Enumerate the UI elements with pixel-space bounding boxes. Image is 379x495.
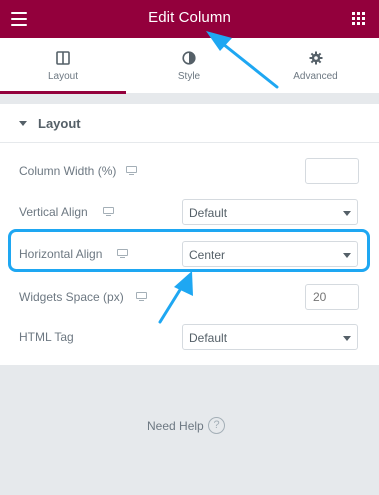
- half-circle-icon: [182, 51, 196, 65]
- columns-icon: [56, 51, 70, 65]
- tab-style[interactable]: Style: [126, 38, 252, 93]
- tab-layout-label: Layout: [47, 71, 79, 82]
- control-column-width: Column Width (%): [0, 158, 379, 186]
- desktop-device-icon[interactable]: [117, 249, 128, 259]
- question-circle-icon: ?: [208, 417, 225, 434]
- vertical-align-select[interactable]: Default: [182, 199, 358, 225]
- widgets-space-input[interactable]: [305, 284, 359, 310]
- control-label: Widgets Space (px): [19, 290, 124, 304]
- chevron-down-icon: [343, 211, 351, 216]
- tab-advanced-label: Advanced: [293, 71, 338, 82]
- control-label: HTML Tag: [19, 330, 74, 344]
- control-label: Column Width (%): [19, 164, 117, 178]
- tab-style-label: Style: [177, 71, 201, 82]
- desktop-device-icon[interactable]: [103, 207, 114, 217]
- select-value: Default: [189, 331, 228, 345]
- control-horizontal-align: Horizontal Align Center: [0, 241, 379, 269]
- layout-section-panel: Layout Column Width (%) Vertical Align D…: [0, 104, 379, 365]
- select-value: Default: [189, 206, 228, 220]
- need-help-label: Need Help: [147, 419, 204, 433]
- active-tab-indicator: [0, 91, 126, 94]
- html-tag-select[interactable]: Default: [182, 324, 358, 350]
- control-widgets-space: Widgets Space (px): [0, 284, 379, 312]
- chevron-down-icon: [343, 336, 351, 341]
- panel-title: Edit Column: [148, 9, 231, 26]
- select-value: Center: [189, 248, 226, 262]
- gear-icon: [309, 51, 322, 65]
- tab-advanced[interactable]: Advanced: [252, 38, 379, 93]
- column-width-input[interactable]: [305, 158, 359, 184]
- tab-bar: Layout Style Advanced: [0, 38, 379, 94]
- section-toggle-layout[interactable]: Layout: [0, 104, 379, 143]
- desktop-device-icon[interactable]: [126, 166, 137, 176]
- control-label: Vertical Align: [19, 205, 88, 219]
- control-vertical-align: Vertical Align Default: [0, 199, 379, 227]
- caret-down-icon: [19, 121, 27, 126]
- desktop-device-icon[interactable]: [136, 292, 147, 302]
- apps-grid-icon[interactable]: [352, 12, 366, 26]
- editor-header: Edit Column: [0, 0, 379, 38]
- tab-layout[interactable]: Layout: [0, 38, 126, 94]
- chevron-down-icon: [343, 253, 351, 258]
- horizontal-align-select[interactable]: Center: [182, 241, 358, 267]
- section-title: Layout: [38, 116, 81, 131]
- control-label: Horizontal Align: [19, 247, 103, 261]
- control-html-tag: HTML Tag Default: [0, 324, 379, 352]
